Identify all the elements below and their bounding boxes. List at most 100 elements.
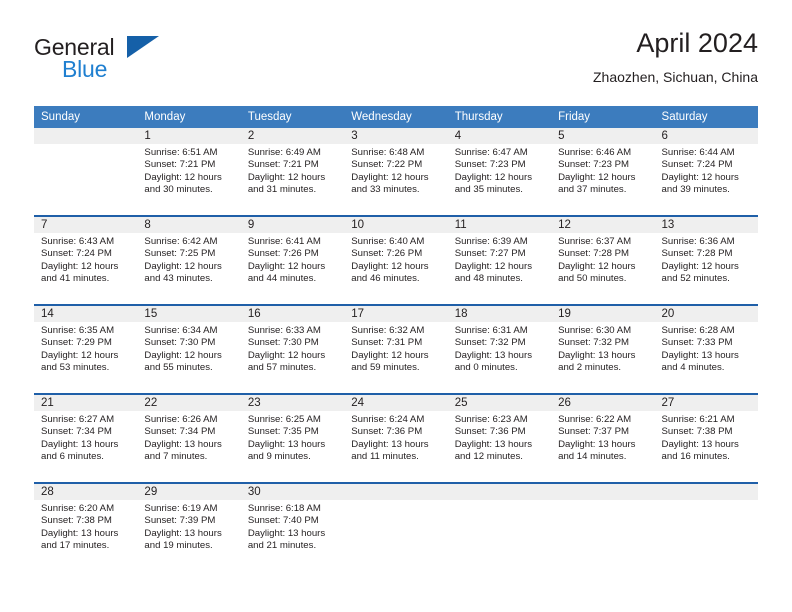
day-detail-line: Daylight: 12 hours [144, 171, 222, 183]
calendar-day-cell[interactable]: 8 Sunrise: 6:42 AM Sunset: 7:25 PM Daylight… [137, 215, 241, 305]
day-sun-details: Sunrise: 6:48 AM Sunset: 7:22 PM Daylight:… [344, 144, 447, 197]
calendar-day-cell[interactable]: 13 Sunrise: 6:36 AM Sunset: 7:28 PM Dayligh… [654, 215, 758, 305]
day-detail-line: Daylight: 13 hours [41, 527, 119, 539]
weekday-header-monday: Monday [137, 106, 241, 128]
day-number: 21 [34, 395, 138, 411]
calendar-day-cell[interactable]: 25 Sunrise: 6:23 AM Sunset: 7:36 PM Dayligh… [447, 393, 552, 483]
calendar-day-cell[interactable]: 15 Sunrise: 6:34 AM Sunset: 7:30 PM Dayligh… [137, 304, 241, 394]
day-detail-line: Sunset: 7:30 PM [144, 337, 216, 349]
day-cell-inner: 3 Sunrise: 6:48 AM Sunset: 7:22 PM Daylight… [344, 128, 448, 215]
calendar-day-cell[interactable]: 14 Sunrise: 6:35 AM Sunset: 7:29 PM Dayligh… [34, 304, 138, 394]
day-sun-details: Sunrise: 6:18 AM Sunset: 7:40 PM Daylight:… [241, 500, 344, 553]
day-number: 10 [344, 217, 448, 233]
day-detail-line: and 44 minutes. [247, 273, 317, 285]
day-detail-line: Daylight: 12 hours [454, 260, 533, 272]
day-detail-line: and 0 minutes. [454, 362, 518, 374]
day-cell-inner: 7 Sunrise: 6:43 AM Sunset: 7:24 PM Daylight… [34, 217, 138, 304]
day-number: 6 [654, 128, 758, 144]
day-detail-line: and 19 minutes. [144, 540, 213, 552]
calendar-day-cell[interactable]: 18 Sunrise: 6:31 AM Sunset: 7:32 PM Dayligh… [447, 304, 552, 394]
day-detail-line: and 12 minutes. [454, 451, 523, 463]
day-detail-line: Sunset: 7:26 PM [247, 248, 319, 260]
day-detail-line: Sunrise: 6:32 AM [351, 325, 425, 336]
calendar-day-cell[interactable]: 4 Sunrise: 6:47 AM Sunset: 7:23 PM Daylight… [447, 128, 552, 216]
day-sun-details: Sunrise: 6:28 AM Sunset: 7:33 PM Daylight:… [655, 322, 758, 375]
day-cell-inner: 24 Sunrise: 6:24 AM Sunset: 7:36 PM Dayligh… [344, 395, 448, 482]
day-sun-details: Sunrise: 6:32 AM Sunset: 7:31 PM Daylight:… [344, 322, 447, 375]
day-cell-inner [344, 484, 448, 571]
day-cell-inner: 30 Sunrise: 6:18 AM Sunset: 7:40 PM Dayligh… [240, 484, 345, 571]
day-sun-details [655, 500, 758, 503]
calendar-day-cell[interactable]: 30 Sunrise: 6:18 AM Sunset: 7:40 PM Dayligh… [240, 482, 345, 571]
day-detail-line: Sunset: 7:31 PM [351, 337, 423, 349]
day-sun-details [551, 500, 654, 503]
weekday-header-sunday: Sunday [34, 106, 138, 128]
day-detail-line: Sunrise: 6:23 AM [454, 414, 528, 425]
day-detail-line: Sunset: 7:28 PM [558, 248, 630, 260]
calendar-day-cell[interactable]: 2 Sunrise: 6:49 AM Sunset: 7:21 PM Daylight… [240, 128, 345, 216]
general-blue-logo[interactable]: General Blue [34, 34, 184, 90]
calendar-day-cell[interactable]: 12 Sunrise: 6:37 AM Sunset: 7:28 PM Dayligh… [551, 215, 655, 305]
calendar-body: 1 Sunrise: 6:51 AM Sunset: 7:21 PM Daylight… [34, 128, 758, 571]
calendar-empty-cell [551, 482, 655, 571]
day-number [551, 484, 655, 500]
day-detail-line: Sunrise: 6:31 AM [454, 325, 528, 336]
calendar-day-cell[interactable]: 28 Sunrise: 6:20 AM Sunset: 7:38 PM Dayligh… [34, 482, 138, 571]
calendar-day-cell[interactable]: 19 Sunrise: 6:30 AM Sunset: 7:32 PM Dayligh… [551, 304, 655, 394]
day-detail-line: Sunrise: 6:41 AM [247, 236, 321, 247]
day-sun-details [344, 500, 447, 503]
calendar-day-cell[interactable]: 10 Sunrise: 6:40 AM Sunset: 7:26 PM Dayligh… [344, 215, 448, 305]
calendar-day-cell[interactable]: 24 Sunrise: 6:24 AM Sunset: 7:36 PM Dayligh… [344, 393, 448, 483]
day-sun-details: Sunrise: 6:25 AM Sunset: 7:35 PM Daylight:… [241, 411, 344, 464]
calendar-day-cell[interactable]: 11 Sunrise: 6:39 AM Sunset: 7:27 PM Dayligh… [447, 215, 552, 305]
day-sun-details: Sunrise: 6:37 AM Sunset: 7:28 PM Daylight:… [551, 233, 654, 286]
day-number: 30 [240, 484, 345, 500]
calendar-day-cell[interactable]: 16 Sunrise: 6:33 AM Sunset: 7:30 PM Dayligh… [240, 304, 345, 394]
calendar-day-cell[interactable]: 1 Sunrise: 6:51 AM Sunset: 7:21 PM Daylight… [137, 128, 241, 216]
calendar-day-cell[interactable]: 17 Sunrise: 6:32 AM Sunset: 7:31 PM Dayligh… [344, 304, 448, 394]
page-title: April 2024 [636, 28, 758, 58]
calendar-day-cell[interactable]: 22 Sunrise: 6:26 AM Sunset: 7:34 PM Dayligh… [137, 393, 241, 483]
calendar-day-cell[interactable]: 5 Sunrise: 6:46 AM Sunset: 7:23 PM Daylight… [551, 128, 655, 216]
day-detail-line: Sunset: 7:34 PM [144, 426, 216, 438]
day-detail-line: and 59 minutes. [351, 362, 420, 374]
day-detail-line: Sunrise: 6:37 AM [558, 236, 632, 247]
day-detail-line: Daylight: 13 hours [144, 438, 222, 450]
day-detail-line: and 33 minutes. [351, 184, 420, 196]
calendar-day-cell[interactable]: 3 Sunrise: 6:48 AM Sunset: 7:22 PM Daylight… [344, 128, 448, 216]
day-number: 26 [551, 395, 655, 411]
calendar-day-cell[interactable]: 23 Sunrise: 6:25 AM Sunset: 7:35 PM Dayligh… [240, 393, 345, 483]
calendar-day-cell[interactable]: 21 Sunrise: 6:27 AM Sunset: 7:34 PM Dayligh… [34, 393, 138, 483]
calendar-day-cell[interactable]: 7 Sunrise: 6:43 AM Sunset: 7:24 PM Daylight… [34, 215, 138, 305]
day-detail-line: Sunset: 7:21 PM [144, 159, 216, 171]
day-detail-line: Sunset: 7:37 PM [558, 426, 630, 438]
day-detail-line: and 35 minutes. [454, 184, 523, 196]
day-detail-line: Daylight: 12 hours [247, 349, 326, 361]
day-detail-line: Sunset: 7:30 PM [247, 337, 319, 349]
logo-text-blue: Blue [62, 56, 108, 82]
day-sun-details: Sunrise: 6:30 AM Sunset: 7:32 PM Daylight:… [551, 322, 654, 375]
day-number [654, 484, 758, 500]
calendar-week-row: 7 Sunrise: 6:43 AM Sunset: 7:24 PM Daylight… [34, 215, 758, 305]
day-cell-inner: 20 Sunrise: 6:28 AM Sunset: 7:33 PM Dayligh… [654, 306, 758, 393]
day-detail-line: and 39 minutes. [661, 184, 730, 196]
day-cell-inner [34, 128, 138, 215]
calendar-day-cell[interactable]: 20 Sunrise: 6:28 AM Sunset: 7:33 PM Dayligh… [654, 304, 758, 394]
day-detail-line: Sunset: 7:25 PM [144, 248, 216, 260]
day-sun-details: Sunrise: 6:21 AM Sunset: 7:38 PM Daylight:… [655, 411, 758, 464]
calendar-day-cell[interactable]: 27 Sunrise: 6:21 AM Sunset: 7:38 PM Dayligh… [654, 393, 758, 483]
weekday-header-saturday: Saturday [654, 106, 758, 128]
day-cell-inner: 16 Sunrise: 6:33 AM Sunset: 7:30 PM Dayligh… [240, 306, 345, 393]
calendar-day-cell[interactable]: 9 Sunrise: 6:41 AM Sunset: 7:26 PM Daylight… [240, 215, 345, 305]
day-detail-line: Daylight: 13 hours [247, 527, 326, 539]
day-detail-line: Daylight: 13 hours [661, 349, 739, 361]
calendar-week-row: 28 Sunrise: 6:20 AM Sunset: 7:38 PM Dayligh… [34, 482, 758, 571]
day-sun-details: Sunrise: 6:34 AM Sunset: 7:30 PM Daylight:… [137, 322, 240, 375]
calendar-page: General Blue April 2024 Zhaozhen, Sichua… [0, 0, 792, 612]
day-detail-line: Daylight: 12 hours [558, 171, 636, 183]
calendar-day-cell[interactable]: 6 Sunrise: 6:44 AM Sunset: 7:24 PM Daylight… [654, 128, 758, 216]
calendar-day-cell[interactable]: 29 Sunrise: 6:19 AM Sunset: 7:39 PM Dayligh… [137, 482, 241, 571]
day-number: 2 [240, 128, 345, 144]
day-detail-line: and 4 minutes. [661, 362, 725, 374]
calendar-day-cell[interactable]: 26 Sunrise: 6:22 AM Sunset: 7:37 PM Dayligh… [551, 393, 655, 483]
